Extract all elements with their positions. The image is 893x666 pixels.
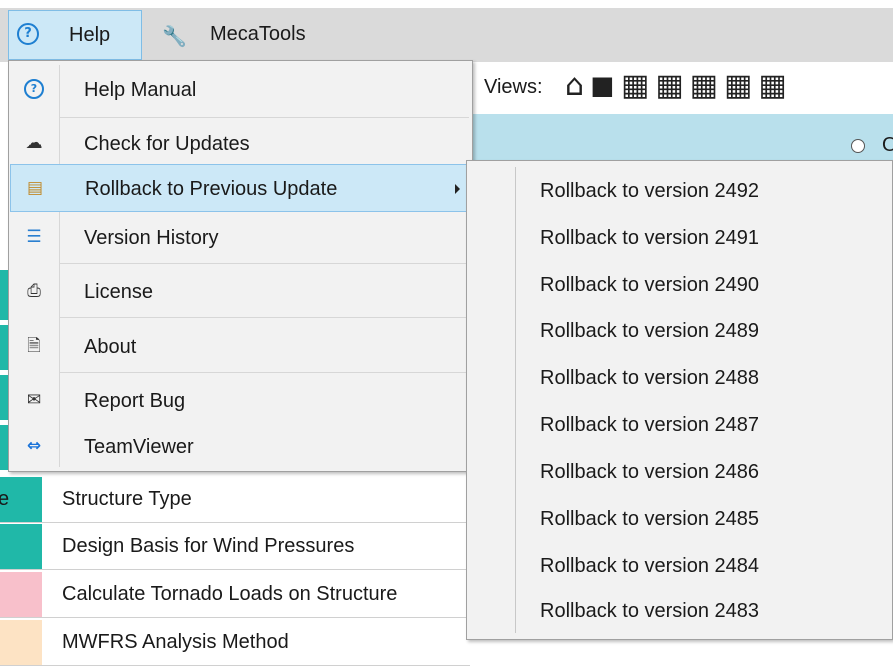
submenu-item-label: Rollback to version 2487 bbox=[540, 414, 760, 436]
cube-side-icon[interactable]: ▦ bbox=[690, 68, 724, 103]
submenu-item-version[interactable]: Rollback to version 2491 bbox=[468, 216, 891, 262]
submenu-item-label: Rollback to version 2483 bbox=[540, 600, 760, 622]
menu-item-help-manual[interactable]: ? Help Manual bbox=[10, 65, 471, 115]
submenu-item-version[interactable]: Rollback to version 2489 bbox=[468, 309, 891, 355]
option-radio-label: O bbox=[882, 134, 893, 156]
folder-rollback-icon: ▤ bbox=[26, 178, 44, 198]
left-cell-teal bbox=[0, 325, 8, 370]
left-cell-teal bbox=[0, 425, 8, 470]
menu-separator bbox=[59, 263, 469, 264]
grid-row[interactable]: Calculate Tornado Loads on Structure bbox=[0, 572, 470, 618]
cube-back-icon[interactable]: ▦ bbox=[724, 68, 758, 103]
options-band bbox=[470, 114, 893, 164]
help-circle-icon: ? bbox=[24, 79, 44, 99]
numbered-list-icon: ☰ bbox=[26, 227, 42, 247]
cube-top-icon[interactable]: ▦ bbox=[621, 68, 655, 103]
submenu-item-label: Rollback to version 2488 bbox=[540, 367, 760, 389]
menu-item-about[interactable]: 🗎 About bbox=[10, 322, 471, 372]
submenu-item-label: Rollback to version 2491 bbox=[540, 227, 760, 249]
wrench-icon: 🔧 bbox=[162, 24, 187, 48]
row-label: Structure Type bbox=[62, 488, 192, 510]
menu-item-label: Version History bbox=[84, 227, 219, 249]
menu-item-label: About bbox=[84, 336, 137, 358]
submenu-item-version[interactable]: Rollback to version 2485 bbox=[468, 497, 891, 543]
menu-item-license[interactable]: ⎙ License bbox=[10, 267, 471, 317]
rollback-submenu: Rollback to version 2492 Rollback to ver… bbox=[466, 160, 893, 640]
row-color-cell bbox=[0, 620, 42, 665]
menu-item-label: License bbox=[84, 281, 153, 303]
menu-help-label: Help bbox=[69, 24, 111, 46]
submenu-item-version[interactable]: Rollback to version 2488 bbox=[468, 356, 891, 402]
submenu-arrow-icon bbox=[455, 184, 460, 194]
option-radio[interactable] bbox=[851, 139, 865, 153]
menu-help[interactable]: ? Help bbox=[8, 10, 142, 60]
submenu-item-version[interactable]: Rollback to version 2484 bbox=[468, 544, 891, 590]
cloud-download-icon: ☁ bbox=[25, 133, 43, 153]
cube-front-icon[interactable]: ▦ bbox=[655, 68, 689, 103]
submenu-item-label: Rollback to version 2484 bbox=[540, 555, 760, 577]
cube-solid-icon[interactable]: ◼ bbox=[590, 68, 621, 103]
submenu-item-label: Rollback to version 2485 bbox=[540, 508, 760, 530]
row-color-cell bbox=[0, 572, 42, 617]
menu-separator bbox=[59, 117, 469, 118]
grid-row[interactable]: MWFRS Analysis Method bbox=[0, 620, 470, 666]
row-color-cell bbox=[0, 524, 42, 569]
grid-row[interactable]: Design Basis for Wind Pressures bbox=[0, 524, 470, 570]
menu-item-label: Rollback to Previous Update bbox=[85, 178, 338, 200]
help-dropdown: ? Help Manual ☁ Check for Updates ▤ Roll… bbox=[8, 60, 473, 472]
submenu-item-version[interactable]: Rollback to version 2492 bbox=[468, 169, 891, 215]
left-cell-teal bbox=[0, 375, 8, 420]
submenu-item-version[interactable]: Rollback to version 2483 bbox=[468, 589, 891, 635]
left-cell-teal bbox=[0, 270, 8, 320]
submenu-item-label: Rollback to version 2489 bbox=[540, 320, 760, 342]
menu-item-report-bug[interactable]: ✉ Report Bug bbox=[10, 376, 471, 426]
row-label: MWFRS Analysis Method bbox=[62, 631, 289, 653]
teamviewer-icon: ⇔ bbox=[26, 436, 42, 456]
submenu-item-label: Rollback to version 2492 bbox=[540, 180, 760, 202]
menu-separator bbox=[59, 372, 469, 373]
cube-iso-icon[interactable]: ▦ bbox=[758, 68, 792, 103]
menu-item-check-updates[interactable]: ☁ Check for Updates bbox=[10, 119, 471, 169]
submenu-item-version[interactable]: Rollback to version 2487 bbox=[468, 403, 891, 449]
submenu-item-label: Rollback to version 2486 bbox=[540, 461, 760, 483]
row-label: Design Basis for Wind Pressures bbox=[62, 535, 355, 557]
view-icons: ⌂◼▦▦▦▦▦ bbox=[565, 68, 793, 103]
submenu-item-label: Rollback to version 2490 bbox=[540, 274, 760, 296]
info-document-icon: 🗎 bbox=[27, 336, 41, 356]
row-label: Calculate Tornado Loads on Structure bbox=[62, 583, 398, 605]
submenu-item-version[interactable]: Rollback to version 2490 bbox=[468, 263, 891, 309]
menu-bar: ? Help 🔧 MecaTools bbox=[0, 0, 893, 62]
menu-item-label: Help Manual bbox=[84, 79, 197, 101]
row-prefix: e bbox=[0, 488, 10, 510]
menu-item-label: TeamViewer bbox=[84, 436, 194, 458]
views-label: Views: bbox=[484, 76, 543, 98]
menu-item-label: Check for Updates bbox=[84, 133, 250, 155]
menu-item-version-history[interactable]: ☰ Version History bbox=[10, 213, 471, 263]
menu-item-teamviewer[interactable]: ⇔ TeamViewer bbox=[10, 422, 471, 472]
home-icon[interactable]: ⌂ bbox=[565, 68, 590, 103]
menu-separator bbox=[59, 317, 469, 318]
grid-row[interactable]: e Structure Type bbox=[0, 477, 470, 523]
menu-item-label: Report Bug bbox=[84, 390, 186, 412]
help-circle-icon: ? bbox=[17, 23, 39, 45]
submenu-item-version[interactable]: Rollback to version 2486 bbox=[468, 450, 891, 496]
menu-mecatools-label: MecaTools bbox=[210, 23, 306, 45]
menu-item-rollback[interactable]: ▤ Rollback to Previous Update bbox=[10, 164, 471, 212]
mail-bug-icon: ✉ bbox=[26, 390, 42, 410]
license-icon: ⎙ bbox=[27, 281, 41, 301]
